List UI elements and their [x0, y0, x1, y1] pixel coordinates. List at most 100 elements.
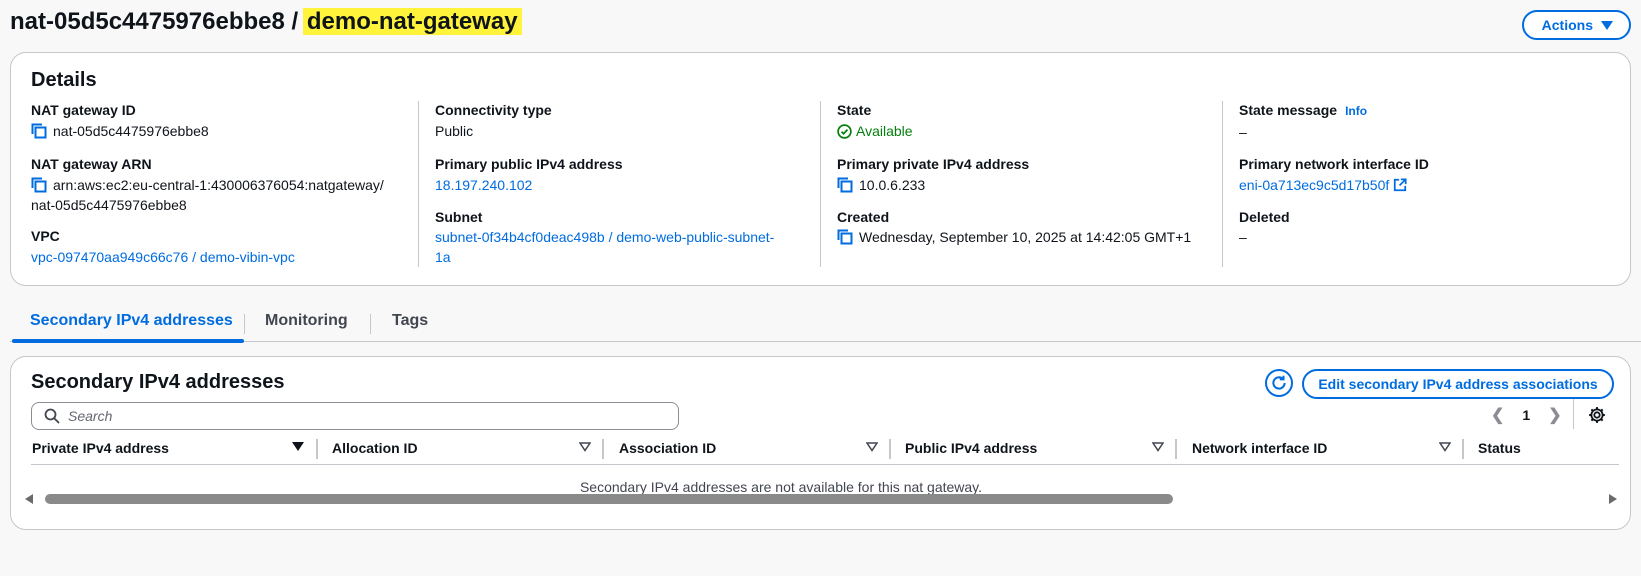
nat-arn-value-line1: arn:aws:ec2:eu-central-1:430006376054:na…: [53, 177, 384, 193]
connectivity-label: Connectivity type: [435, 102, 552, 118]
private-ip-field: Primary private IPv4 address 10.0.6.233: [837, 155, 1029, 195]
refresh-icon: [1272, 375, 1286, 390]
details-panel: Details NAT gateway ID nat-05d5c4475976e…: [10, 52, 1631, 286]
created-value: Wednesday, September 10, 2025 at 14:42:0…: [859, 229, 1192, 245]
copy-icon[interactable]: [31, 123, 47, 139]
caret-down-icon: [1601, 20, 1613, 30]
public-ip-link[interactable]: 18.197.240.102: [435, 175, 623, 195]
column-header-network-interface-id[interactable]: Network interface ID: [1192, 440, 1327, 456]
tab-monitoring[interactable]: Monitoring: [265, 312, 348, 330]
search-field[interactable]: [31, 402, 679, 430]
copy-icon[interactable]: [31, 177, 47, 193]
page-title: nat-05d5c4475976ebbe8 / demo-nat-gateway: [10, 8, 522, 36]
details-column-3: State Available Primary private IPv4 add…: [820, 101, 1212, 267]
page-title-id: nat-05d5c4475976ebbe8 /: [10, 8, 305, 35]
table-header: Private IPv4 address Allocation ID Assoc…: [31, 433, 1619, 465]
created-label: Created: [837, 209, 890, 225]
nat-arn-value-line2: nat-05d5c4475976ebbe8: [31, 197, 187, 213]
actions-button-label: Actions: [1541, 17, 1593, 33]
private-ip-label: Primary private IPv4 address: [837, 156, 1030, 172]
scroll-left-icon[interactable]: [25, 494, 33, 504]
tab-divider: [370, 314, 371, 334]
eni-link-text: eni-0a713ec9c5d17b50f: [1239, 177, 1390, 193]
nat-id-field: NAT gateway ID nat-05d5c4475976ebbe8: [31, 101, 209, 141]
eni-field: Primary network interface ID eni-0a713ec…: [1239, 155, 1429, 195]
state-field: State Available: [837, 101, 913, 141]
column-divider[interactable]: [316, 439, 318, 459]
vpc-link[interactable]: vpc-097470aa949c66c76 / demo-vibin-vpc: [31, 247, 295, 267]
details-column-2: Connectivity type Public Primary public …: [418, 101, 810, 267]
state-message-label: State message: [1239, 102, 1338, 118]
sort-icon[interactable]: [579, 442, 591, 452]
edit-associations-button[interactable]: Edit secondary IPv4 address associations: [1302, 369, 1614, 399]
column-header-private-ip[interactable]: Private IPv4 address: [32, 440, 169, 456]
external-link-icon: [1394, 178, 1407, 192]
sort-desc-icon[interactable]: [292, 442, 304, 452]
column-header-status[interactable]: Status: [1478, 440, 1521, 456]
gear-icon[interactable]: [1588, 406, 1606, 424]
column-header-allocation-id[interactable]: Allocation ID: [332, 440, 418, 456]
state-message-value: –: [1239, 124, 1247, 140]
copy-icon[interactable]: [837, 177, 853, 193]
eni-label: Primary network interface ID: [1239, 156, 1429, 172]
nat-arn-field: NAT gateway ARN arn:aws:ec2:eu-central-1…: [31, 155, 384, 215]
copy-icon[interactable]: [837, 229, 853, 245]
subnet-field: Subnet subnet-0f34b4cf0deac498b / demo-w…: [435, 208, 774, 267]
tab-bar: Secondary IPv4 addresses Monitoring Tags: [10, 300, 1641, 343]
public-ip-label: Primary public IPv4 address: [435, 156, 623, 172]
eni-link[interactable]: eni-0a713ec9c5d17b50f: [1239, 175, 1429, 195]
sort-icon[interactable]: [1439, 442, 1451, 452]
page-number[interactable]: 1: [1522, 407, 1530, 423]
nat-id-label: NAT gateway ID: [31, 102, 136, 118]
refresh-button[interactable]: [1265, 369, 1293, 397]
column-header-public-ip[interactable]: Public IPv4 address: [905, 440, 1037, 456]
secondary-ipv4-panel: Secondary IPv4 addresses Edit secondary …: [10, 356, 1631, 530]
secondary-title: Secondary IPv4 addresses: [31, 371, 285, 393]
search-icon: [44, 408, 60, 424]
connectivity-field: Connectivity type Public: [435, 101, 552, 141]
check-circle-icon: [837, 123, 852, 139]
vpc-field: VPC vpc-097470aa949c66c76 / demo-vibin-v…: [31, 227, 295, 267]
deleted-value: –: [1239, 229, 1247, 245]
created-field: Created Wednesday, September 10, 2025 at…: [837, 208, 1191, 247]
pager-divider: [1573, 399, 1574, 429]
details-title: Details: [31, 69, 97, 91]
column-divider[interactable]: [889, 439, 891, 459]
scrollbar-thumb[interactable]: [45, 494, 1173, 504]
horizontal-scrollbar[interactable]: [21, 491, 1621, 507]
actions-button[interactable]: Actions: [1521, 10, 1631, 40]
info-link[interactable]: Info: [1345, 104, 1367, 118]
private-ip-value: 10.0.6.233: [859, 177, 926, 193]
column-divider[interactable]: [602, 439, 604, 459]
chevron-right-icon[interactable]: ❯: [1548, 405, 1561, 425]
sort-icon[interactable]: [1152, 442, 1164, 452]
pagination: ❮ 1 ❯: [1491, 405, 1562, 425]
column-header-association-id[interactable]: Association ID: [619, 440, 716, 456]
details-column-1: NAT gateway ID nat-05d5c4475976ebbe8 NAT…: [31, 101, 411, 267]
sort-icon[interactable]: [866, 442, 878, 452]
scroll-right-icon[interactable]: [1609, 494, 1617, 504]
public-ip-field: Primary public IPv4 address 18.197.240.1…: [435, 155, 623, 195]
deleted-field: Deleted –: [1239, 208, 1290, 247]
search-input[interactable]: [68, 408, 648, 424]
state-value: Available: [856, 123, 913, 139]
column-divider[interactable]: [1175, 439, 1177, 459]
column-divider[interactable]: [1462, 439, 1464, 459]
subnet-link-line1[interactable]: subnet-0f34b4cf0deac498b / demo-web-publ…: [435, 227, 774, 247]
connectivity-value: Public: [435, 123, 474, 139]
subnet-label: Subnet: [435, 209, 483, 225]
page-header: nat-05d5c4475976ebbe8 / demo-nat-gateway…: [10, 6, 1641, 44]
chevron-left-icon[interactable]: ❮: [1491, 405, 1504, 425]
subnet-link-line2[interactable]: 1a: [435, 247, 774, 267]
state-label: State: [837, 102, 872, 118]
nat-arn-label: NAT gateway ARN: [31, 156, 152, 172]
deleted-label: Deleted: [1239, 209, 1290, 225]
active-tab-indicator: [12, 339, 244, 343]
vpc-label: VPC: [31, 228, 60, 244]
tab-secondary-ipv4[interactable]: Secondary IPv4 addresses: [30, 312, 233, 330]
tab-tags[interactable]: Tags: [392, 312, 428, 330]
state-message-field: State message Info –: [1239, 101, 1367, 142]
tab-divider: [244, 314, 245, 334]
nat-id-value: nat-05d5c4475976ebbe8: [53, 123, 209, 139]
details-column-4: State message Info – Primary network inte…: [1222, 101, 1614, 267]
